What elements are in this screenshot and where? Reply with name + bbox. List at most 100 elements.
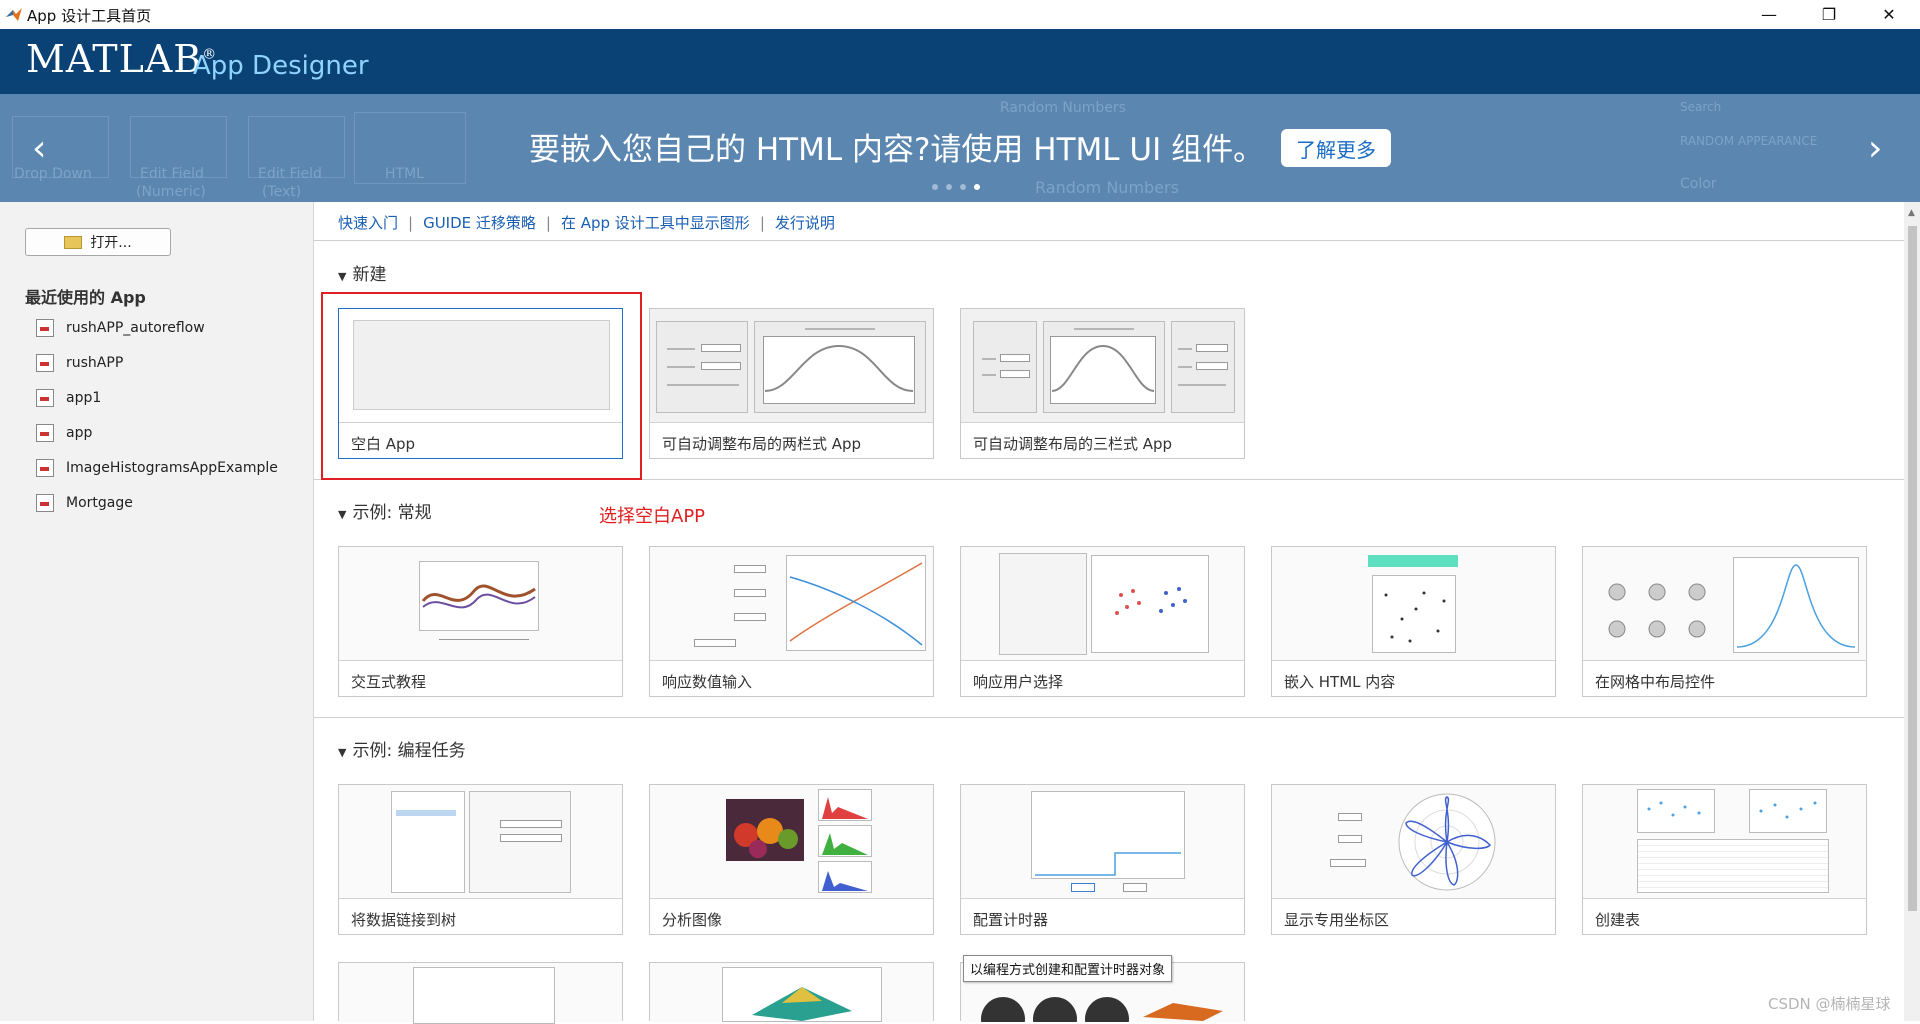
vertical-scrollbar[interactable]: ▲	[1904, 202, 1920, 1021]
thumbnail-tree	[339, 785, 622, 899]
thumbnail-html	[1272, 547, 1555, 661]
thumbnail-numeric	[650, 547, 933, 661]
card-special-axes[interactable]: 显示专用坐标区	[1271, 784, 1556, 935]
card-embed-html[interactable]: 嵌入 HTML 内容	[1271, 546, 1556, 697]
minimize-button[interactable]: —	[1746, 0, 1792, 29]
surface-3d-icon	[722, 967, 882, 1022]
recent-app-item[interactable]: rushAPP_autoreflow	[36, 317, 296, 339]
card-user-selection[interactable]: 响应用户选择	[960, 546, 1245, 697]
scatter-plot-icon	[1091, 555, 1209, 653]
mini-field	[694, 639, 736, 647]
restore-button[interactable]: ❐	[1806, 0, 1852, 29]
thumbnail-partial	[650, 963, 933, 1022]
mini-selected-node	[396, 810, 456, 816]
card-label: 将数据链接到树	[351, 911, 457, 929]
section-general-header[interactable]: ▼ 示例: 常规	[338, 498, 432, 523]
section-new-header[interactable]: ▼ 新建	[338, 260, 386, 285]
card-label: 创建表	[1595, 911, 1641, 929]
collapse-triangle-icon: ▼	[338, 270, 347, 283]
card-create-table[interactable]: 创建表	[1582, 784, 1867, 935]
card-analyze-image[interactable]: 分析图像	[649, 784, 934, 935]
mini-field	[701, 344, 741, 352]
mini-field	[1000, 354, 1030, 362]
mini-field	[1330, 859, 1366, 867]
app-file-icon	[36, 354, 54, 372]
carousel-dot[interactable]	[960, 184, 966, 190]
card-configure-timer[interactable]: 配置计时器	[960, 784, 1245, 935]
mini-tree-panel	[391, 791, 465, 893]
mini-field	[734, 613, 766, 621]
line-plot-icon	[786, 555, 926, 651]
histogram-icon	[818, 789, 872, 893]
link-separator: |	[545, 213, 551, 232]
link-separator: |	[759, 213, 765, 232]
window-title: App 设计工具首页	[27, 7, 152, 25]
thumbnail-two-panel	[650, 309, 933, 423]
mini-slider	[1178, 384, 1226, 386]
card-numeric-input[interactable]: 响应数值输入	[649, 546, 934, 697]
card-link-data-tree[interactable]: 将数据链接到树	[338, 784, 623, 935]
carousel-prev-button[interactable]: ‹	[32, 128, 46, 169]
section-title: 示例: 编程任务	[352, 741, 466, 761]
app-header: MATLAB® App Designer	[0, 29, 1920, 94]
card-partial[interactable]	[338, 962, 623, 1024]
scrollbar-thumb[interactable]	[1908, 226, 1917, 911]
gauges-icon	[981, 997, 1223, 1022]
scroll-up-icon[interactable]: ▲	[1908, 208, 1915, 218]
mini-line	[1178, 366, 1192, 368]
carousel-dots	[932, 184, 980, 190]
section-programming-header[interactable]: ▼ 示例: 编程任务	[338, 736, 466, 761]
mini-line	[667, 366, 695, 368]
card-three-panel-app[interactable]: 可自动调整布局的三栏式 App	[960, 308, 1245, 459]
open-button[interactable]: 打开...	[25, 228, 171, 256]
mini-field	[1000, 370, 1030, 378]
carousel-dot-active[interactable]	[974, 184, 980, 190]
recent-app-item[interactable]: ImageHistogramsAppExample	[36, 457, 296, 479]
card-two-panel-app[interactable]: 可自动调整布局的两栏式 App	[649, 308, 934, 459]
card-partial[interactable]	[649, 962, 934, 1022]
learn-more-button[interactable]: 了解更多	[1281, 129, 1391, 167]
card-label: 响应数值输入	[662, 673, 753, 691]
surface-plot-icon	[419, 561, 539, 631]
mini-field	[500, 834, 562, 842]
carousel-dot[interactable]	[932, 184, 938, 190]
recent-app-name: rushAPP_autoreflow	[66, 320, 205, 336]
ghost-label: Color	[1680, 176, 1717, 192]
thumbnail-table	[1583, 785, 1866, 899]
card-grid-layout[interactable]: 在网格中布局控件	[1582, 546, 1867, 697]
recent-app-item[interactable]: Mortgage	[36, 492, 296, 514]
thumbnail-polar	[1272, 785, 1555, 899]
mini-table	[1637, 839, 1829, 893]
carousel-dot[interactable]	[946, 184, 952, 190]
mini-form-panel	[469, 791, 571, 893]
recent-apps-title: 最近使用的 App	[25, 288, 146, 307]
app-file-icon	[36, 319, 54, 337]
collapse-triangle-icon: ▼	[338, 508, 347, 521]
link-release-notes[interactable]: 发行说明	[775, 212, 835, 233]
mini-field	[500, 820, 562, 828]
scatter-plot-icon	[1637, 789, 1715, 833]
mini-plot-panel	[413, 967, 555, 1024]
link-getting-started[interactable]: 快速入门	[338, 212, 398, 233]
link-guide-migration[interactable]: GUIDE 迁移策略	[423, 212, 536, 233]
ghost-label: Random Numbers	[1000, 100, 1126, 116]
recent-app-item[interactable]: app	[36, 422, 296, 444]
card-label: 可自动调整布局的两栏式 App	[662, 435, 862, 453]
card-interactive-tutorial[interactable]: 交互式教程	[338, 546, 623, 697]
recent-app-item[interactable]: app1	[36, 387, 296, 409]
highlight-box	[321, 292, 642, 480]
vegetables-image-icon	[726, 799, 804, 861]
ghost-label: Edit Field	[140, 166, 204, 182]
app-file-icon	[36, 424, 54, 442]
thumbnail-three-panel	[961, 309, 1244, 423]
recent-app-item[interactable]: rushAPP	[36, 352, 296, 374]
close-button[interactable]: ✕	[1866, 0, 1912, 29]
carousel-next-button[interactable]: ›	[1868, 128, 1882, 169]
recent-app-name: app1	[66, 390, 102, 406]
ghost-label: (Numeric)	[136, 184, 206, 200]
link-display-graphics[interactable]: 在 App 设计工具中显示图形	[561, 212, 750, 233]
folder-icon	[64, 235, 83, 249]
mini-button	[1071, 883, 1095, 892]
mini-field	[701, 362, 741, 370]
sidebar: 打开... 最近使用的 App rushAPP_autoreflow rushA…	[0, 202, 314, 1021]
